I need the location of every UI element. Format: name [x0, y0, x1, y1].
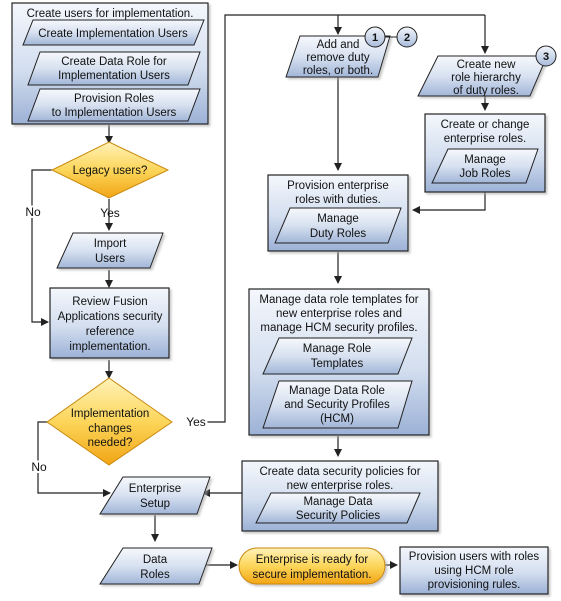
legacy-users-decision: Legacy users?: [50, 141, 170, 199]
badge-3: 3: [535, 45, 557, 67]
task-label: Manage Role: [303, 343, 371, 355]
edge-label-changes-no: No: [31, 460, 47, 474]
edge-label-legacy-yes: Yes: [100, 206, 120, 220]
box-line: new enterprise roles and: [276, 308, 402, 320]
task-label: Create Implementation Users: [38, 28, 188, 40]
manage-templates-box: Manage data role templates for new enter…: [248, 288, 430, 436]
task-manage-data-security-policies[interactable]: Manage Data Security Policies: [255, 492, 421, 524]
box-line: Manage data role templates for: [259, 294, 418, 306]
task-label: of duty roles.: [453, 85, 519, 97]
box-line: Provision users with roles: [409, 551, 540, 563]
enterprise-setup-task[interactable]: Enterprise Setup: [99, 476, 211, 515]
box-line: Applications security: [58, 311, 163, 323]
edge-legacy-no-to-review: [31, 169, 52, 326]
task-label: Import: [94, 238, 127, 250]
decision-label: changes: [88, 423, 132, 435]
task-label: Provision Roles: [74, 93, 154, 105]
terminal-label: Enterprise is ready for: [256, 554, 369, 566]
task-label: Security Policies: [296, 510, 381, 522]
data-roles-task[interactable]: Data Roles: [99, 547, 213, 585]
box-line: enterprise roles.: [444, 133, 526, 145]
edge-label-changes-yes: Yes: [186, 415, 206, 429]
task-create-implementation-users[interactable]: Create Implementation Users: [22, 19, 205, 46]
task-label: Duty Roles: [310, 228, 366, 240]
task-manage-data-role-security-profiles[interactable]: Manage Data Role and Security Profiles (…: [262, 380, 413, 429]
create-users-title: Create users for implementation.: [27, 8, 194, 20]
change-enterprise-roles-box: Create or change enterprise roles. Manag…: [424, 113, 546, 193]
provision-users-hcm-box: Provision users with roles using HCM rol…: [399, 546, 549, 595]
task-manage-job-roles[interactable]: Manage Job Roles: [431, 148, 539, 184]
task-label: roles, or both.: [303, 65, 373, 77]
box-line: manage HCM security profiles.: [260, 322, 417, 334]
enterprise-ready-terminal: Enterprise is ready for secure implement…: [238, 547, 386, 585]
box-line: using HCM role: [434, 565, 513, 577]
task-label: Setup: [140, 498, 170, 510]
badge-1: 1: [364, 26, 386, 48]
task-label: Create Data Role for: [61, 56, 167, 68]
task-label: role hierarchy: [451, 72, 521, 84]
decision-label: Implementation: [71, 408, 150, 420]
task-label: remove duty: [306, 52, 370, 64]
task-label: Manage Data Role: [289, 385, 385, 397]
box-line: Create data security policies for: [259, 466, 420, 478]
task-label: Templates: [311, 358, 364, 370]
task-label: and Security Profiles: [284, 399, 390, 411]
task-label: (HCM): [320, 413, 354, 425]
create-role-hierarchy-task[interactable]: Create new role hierarchy of duty roles.…: [417, 45, 557, 97]
create-users-group: Create users for implementation. Create …: [11, 2, 209, 125]
add-remove-duty-roles-task[interactable]: Add and remove duty roles, or both. 1 2: [285, 26, 418, 78]
task-label: Enterprise: [129, 483, 181, 495]
import-users-task[interactable]: Import Users: [56, 232, 164, 269]
data-security-policies-box: Create data security policies for new en…: [241, 460, 439, 532]
implementation-changes-decision: Implementation changes needed?: [46, 377, 173, 466]
badge-2: 2: [396, 26, 418, 48]
task-create-data-role[interactable]: Create Data Role for Implementation User…: [27, 51, 201, 86]
task-label: Users: [95, 253, 125, 265]
box-line: roles with duties.: [295, 194, 381, 206]
task-label: Data: [143, 554, 168, 566]
box-line: Provision enterprise: [287, 180, 389, 192]
edge-label-legacy-no: No: [25, 205, 41, 219]
task-label: Implementation Users: [58, 70, 170, 82]
box-line: provisioning rules.: [428, 579, 521, 591]
box-line: new enterprise roles.: [287, 480, 394, 492]
task-manage-role-templates[interactable]: Manage Role Templates: [262, 337, 413, 375]
badge-label: 3: [543, 51, 549, 63]
terminal-label: secure implementation.: [253, 569, 372, 581]
review-fusion-box: Review Fusion Applications security refe…: [49, 287, 170, 359]
box-line: implementation.: [69, 341, 150, 353]
decision-label: Legacy users?: [73, 165, 148, 177]
task-label: Create new: [457, 59, 517, 71]
provision-enterprise-roles-box: Provision enterprise roles with duties. …: [267, 174, 409, 252]
edge-change-roles-to-provision: [412, 192, 486, 214]
decision-label: needed?: [88, 437, 133, 449]
task-label: Job Roles: [459, 168, 510, 180]
task-label: Roles: [140, 569, 170, 581]
badge-label: 2: [404, 32, 410, 44]
task-provision-roles[interactable]: Provision Roles to Implementation Users: [27, 88, 201, 122]
box-line: Create or change: [441, 119, 530, 131]
task-label: to Implementation Users: [52, 107, 177, 119]
box-line: reference: [86, 326, 135, 338]
task-manage-duty-roles[interactable]: Manage Duty Roles: [274, 207, 402, 244]
task-label: Manage Data: [303, 496, 373, 508]
security-implementation-flowchart: Yes No Yes No Create users for implement…: [11, 2, 557, 595]
box-line: Review Fusion: [72, 296, 147, 308]
badge-label: 1: [372, 32, 378, 44]
task-label: Manage: [317, 213, 359, 225]
task-label: Add and: [317, 39, 360, 51]
task-label: Manage: [464, 154, 506, 166]
